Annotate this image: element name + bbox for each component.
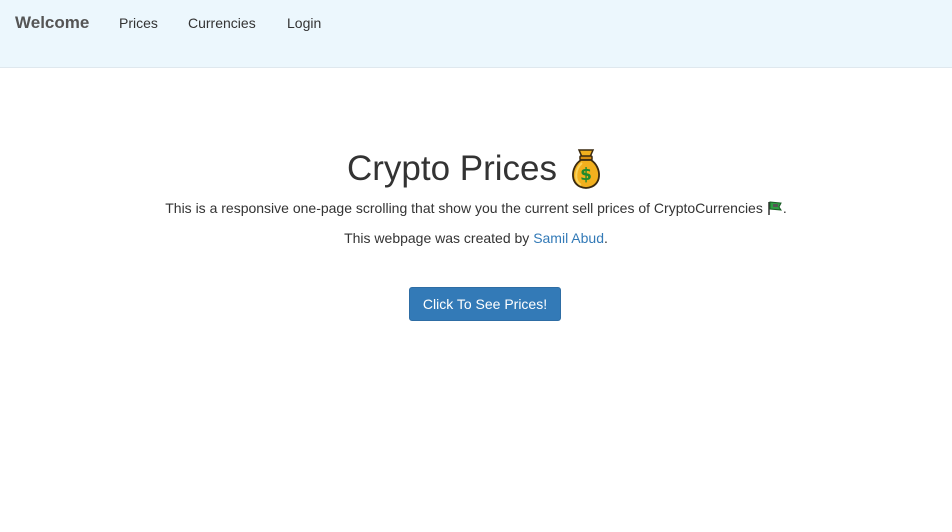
brand-link[interactable]: Welcome — [15, 13, 89, 33]
page-title: Crypto Prices $ — [0, 142, 952, 194]
description-text: This is a responsive one-page scrolling … — [165, 200, 763, 216]
navbar: Welcome Prices Currencies Login — [0, 0, 952, 68]
flag-icon — [768, 201, 782, 215]
page-title-text: Crypto Prices — [346, 148, 558, 188]
see-prices-button[interactable]: Click To See Prices! — [409, 287, 561, 321]
description: This is a responsive one-page scrolling … — [0, 199, 952, 217]
credit-prefix: This webpage was created by — [344, 230, 534, 246]
nav-link-login[interactable]: Login — [287, 14, 321, 32]
credit-line: This webpage was created by Samil Abud. — [0, 229, 952, 247]
money-bag-icon: $ — [572, 149, 600, 189]
nav-link-currencies[interactable]: Currencies — [188, 14, 256, 32]
author-link[interactable]: Samil Abud — [533, 230, 604, 246]
credit-suffix: . — [604, 230, 608, 246]
svg-text:$: $ — [580, 165, 592, 185]
description-end: . — [782, 200, 787, 216]
nav-link-prices[interactable]: Prices — [119, 14, 158, 32]
